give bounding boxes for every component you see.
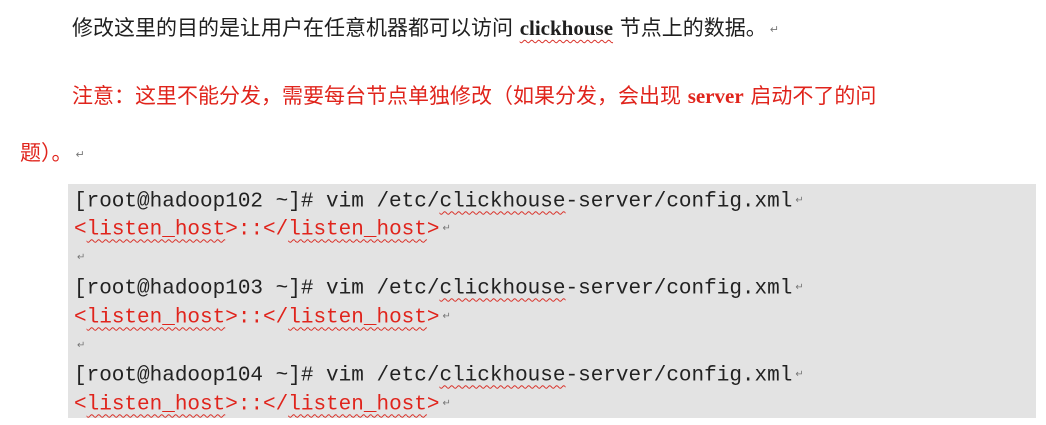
- warning-text-after: 启动不了的问: [743, 84, 877, 108]
- command-path-rest: -server/config.xml: [565, 364, 793, 388]
- xml-close-tag: listen_host: [288, 218, 427, 242]
- xml-close-tag: listen_host: [288, 393, 427, 417]
- code-block: [root@hadoop102 ~]# vim /etc/clickhouse-…: [68, 184, 1036, 418]
- xml-middle: >::</: [225, 393, 289, 417]
- warning-paragraph: 注意：这里不能分发，需要每台节点单独修改（如果分发，会出现 server 启动不…: [72, 82, 876, 110]
- xml-close-gt: >: [426, 393, 440, 417]
- description-paragraph: 修改这里的目的是让用户在任意机器都可以访问 clickhouse 节点上的数据。…: [72, 14, 779, 44]
- server-keyword: server: [687, 84, 744, 108]
- description-text-before: 修改这里的目的是让用户在任意机器都可以访问: [72, 16, 520, 40]
- xml-open-lt: <: [74, 306, 87, 330]
- code-line-blank: ↵: [74, 333, 85, 361]
- paragraph-mark-icon: ↵: [795, 195, 804, 206]
- code-line-xml: <listen_host>::</listen_host> ↵: [74, 391, 451, 419]
- warning-text-before: 注意：这里不能分发，需要每台节点单独修改（如果分发，会出现: [72, 84, 688, 108]
- code-line-command: [root@hadoop102 ~]# vim /etc/clickhouse-…: [74, 188, 804, 216]
- command-path-word: clickhouse: [439, 277, 566, 301]
- warning-text-end: 题）。: [20, 141, 73, 165]
- code-line-command: [root@hadoop104 ~]# vim /etc/clickhouse-…: [74, 362, 804, 390]
- xml-open-tag: listen_host: [86, 393, 226, 417]
- code-line-xml: <listen_host>::</listen_host> ↵: [74, 216, 451, 244]
- code-line-xml: <listen_host>::</listen_host> ↵: [74, 304, 451, 332]
- clickhouse-keyword: clickhouse: [519, 16, 614, 40]
- paragraph-mark-icon: ↵: [795, 282, 804, 293]
- command-path-rest: -server/config.xml: [565, 190, 793, 214]
- description-text-after: 节点上的数据。: [613, 16, 767, 40]
- paragraph-mark-icon: ↵: [77, 340, 86, 351]
- command-path-word: clickhouse: [439, 190, 566, 214]
- xml-close-gt: >: [426, 218, 440, 242]
- code-line-blank: ↵: [74, 245, 85, 273]
- command-prompt: [root@hadoop104 ~]# vim /etc/: [74, 364, 440, 388]
- command-prompt: [root@hadoop103 ~]# vim /etc/: [74, 277, 440, 301]
- xml-middle: >::</: [225, 218, 289, 242]
- paragraph-mark-icon: ↵: [795, 369, 804, 380]
- command-path-word: clickhouse: [439, 364, 566, 388]
- xml-open-tag: listen_host: [86, 306, 226, 330]
- paragraph-mark-icon: ↵: [442, 398, 451, 409]
- paragraph-mark-icon: ↵: [442, 223, 451, 234]
- paragraph-mark-icon: ↵: [75, 147, 85, 161]
- xml-open-lt: <: [74, 218, 87, 242]
- command-prompt: [root@hadoop102 ~]# vim /etc/: [74, 190, 440, 214]
- xml-close-gt: >: [426, 306, 440, 330]
- xml-open-tag: listen_host: [86, 218, 226, 242]
- xml-open-lt: <: [74, 393, 87, 417]
- warning-paragraph-continuation: 题）。 ↵: [20, 139, 85, 169]
- xml-close-tag: listen_host: [288, 306, 427, 330]
- command-path-rest: -server/config.xml: [565, 277, 793, 301]
- paragraph-mark-icon: ↵: [77, 252, 86, 263]
- paragraph-mark-icon: ↵: [442, 311, 451, 322]
- xml-middle: >::</: [225, 306, 289, 330]
- code-line-command: [root@hadoop103 ~]# vim /etc/clickhouse-…: [74, 275, 804, 303]
- paragraph-mark-icon: ↵: [769, 22, 779, 36]
